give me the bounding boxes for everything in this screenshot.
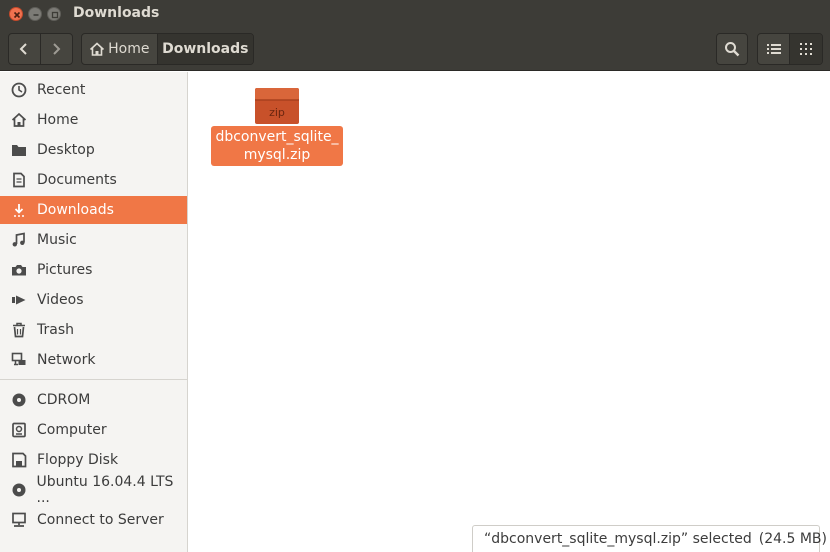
disc-icon [10,391,28,409]
sidebar-item-label: Downloads [37,202,114,218]
file-name-label: dbconvert_sqlite_ mysql.zip [211,126,343,166]
sidebar-item-downloads[interactable]: Downloads [0,196,187,224]
window-title: Downloads [73,5,160,21]
sidebar-item-label: Recent [37,82,86,98]
sidebar-item-label: Desktop [37,142,95,158]
list-view-icon [766,44,781,54]
sidebar: Recent Home Desktop Documents Downloads … [0,72,188,552]
search-icon [725,42,740,57]
sidebar-item-computer[interactable]: Computer [0,416,187,444]
zip-archive-icon: zip [255,88,299,124]
sidebar-item-label: Ubuntu 16.04.4 LTS ... [36,474,174,506]
minimize-window-button[interactable] [28,7,42,21]
sidebar-item-network[interactable]: Network [0,346,187,374]
title-bar: Downloads [0,0,830,28]
grid-view-button[interactable] [790,34,822,64]
camera-icon [10,261,28,279]
server-icon [10,511,28,529]
floppy-icon [10,451,28,469]
network-icon [10,351,28,369]
sidebar-item-label: Pictures [37,262,93,278]
back-button[interactable] [9,34,41,64]
home-icon [90,42,105,56]
navigation-buttons [8,33,73,65]
status-size: (24.5 MB) [758,531,827,547]
document-icon [10,171,28,189]
search-button[interactable] [717,34,747,64]
minimize-icon [33,14,39,16]
path-current-label: Downloads [162,41,249,57]
clock-icon [10,81,28,99]
status-text: “dbconvert_sqlite_mysql.zip” selected [484,531,752,547]
file-name-line-1: dbconvert_sqlite_ [215,129,339,145]
file-view[interactable]: zip dbconvert_sqlite_ mysql.zip [189,72,830,552]
chevron-left-icon [19,43,27,55]
sidebar-item-label: Trash [37,322,74,338]
download-icon [10,201,28,219]
path-bar: Home Downloads [81,33,254,65]
drive-icon [10,421,28,439]
folder-icon [10,141,28,159]
path-home-button[interactable]: Home [82,34,158,64]
video-icon [10,291,28,309]
trash-icon [10,321,28,339]
music-icon [10,231,28,249]
disc-icon [10,481,28,499]
grid-view-icon [800,43,812,55]
sidebar-item-connect-to-server[interactable]: Connect to Server [0,506,187,534]
sidebar-divider [0,379,187,380]
toolbar: Home Downloads [0,28,830,71]
forward-button[interactable] [41,34,72,64]
list-view-button[interactable] [758,34,790,64]
sidebar-item-label: CDROM [37,392,91,408]
sidebar-item-label: Music [37,232,77,248]
sidebar-item-pictures[interactable]: Pictures [0,256,187,284]
sidebar-item-ubuntu-disc[interactable]: Ubuntu 16.04.4 LTS ... [0,474,187,506]
chevron-right-icon [53,43,61,55]
sidebar-item-label: Computer [37,422,107,438]
view-switcher [757,33,823,65]
file-name-line-2: mysql.zip [243,147,311,163]
sidebar-item-videos[interactable]: Videos [0,286,187,314]
sidebar-item-label: Home [37,112,79,128]
maximize-window-button[interactable] [47,7,61,21]
sidebar-item-label: Documents [37,172,117,188]
sidebar-item-home[interactable]: Home [0,106,187,134]
sidebar-item-recent[interactable]: Recent [0,76,187,104]
close-icon [13,11,21,19]
zip-icon-label: zip [269,106,285,119]
sidebar-item-music[interactable]: Music [0,226,187,254]
sidebar-item-label: Connect to Server [37,512,164,528]
search-toggle [716,33,748,65]
sidebar-item-cdrom[interactable]: CDROM [0,386,187,414]
close-window-button[interactable] [9,7,23,21]
path-home-label: Home [108,41,150,57]
sidebar-item-floppy-disk[interactable]: Floppy Disk [0,446,187,474]
status-bar: “dbconvert_sqlite_mysql.zip” selected (2… [472,525,827,552]
sidebar-item-label: Floppy Disk [37,452,119,468]
sidebar-item-label: Videos [37,292,84,308]
sidebar-item-documents[interactable]: Documents [0,166,187,194]
sidebar-item-trash[interactable]: Trash [0,316,187,344]
home-icon [10,111,28,129]
path-downloads-button[interactable]: Downloads [157,34,253,64]
sidebar-item-label: Network [37,352,96,368]
maximize-icon [51,11,59,19]
sidebar-item-desktop[interactable]: Desktop [0,136,187,164]
